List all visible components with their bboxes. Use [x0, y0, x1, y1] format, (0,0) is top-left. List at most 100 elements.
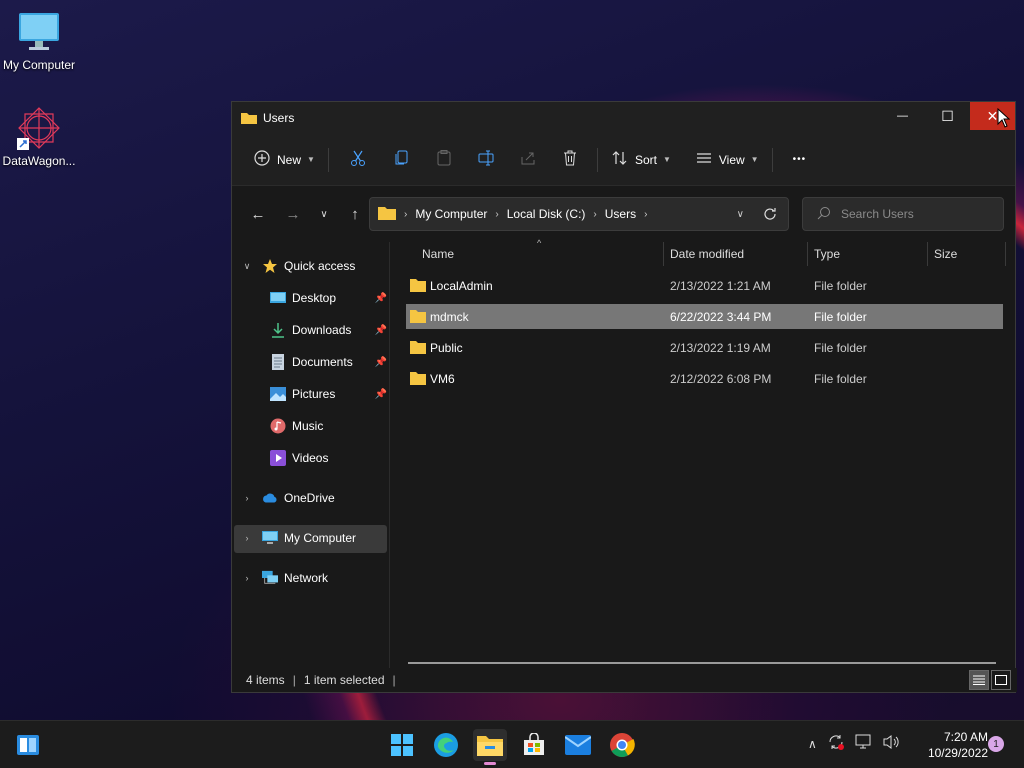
network-tray-icon[interactable]	[855, 734, 873, 753]
sidebar-item-desktop[interactable]: Desktop 📌	[270, 284, 387, 312]
column-divider[interactable]	[807, 242, 808, 266]
divider: |	[292, 673, 296, 687]
sidebar-item-documents[interactable]: Documents 📌	[270, 348, 387, 376]
sidebar-item-my-computer[interactable]: › My Computer	[240, 524, 356, 552]
divider	[596, 147, 598, 172]
sidebar-item-network[interactable]: › Network	[240, 564, 328, 592]
column-divider[interactable]	[927, 242, 928, 266]
file-name: LocalAdmin	[430, 278, 493, 293]
pin-icon[interactable]: 📌	[375, 389, 387, 400]
rename-icon	[477, 149, 495, 170]
new-label: New	[277, 152, 302, 167]
refresh-icon[interactable]	[762, 206, 778, 225]
file-date: 2/12/2022 6:08 PM	[670, 371, 772, 386]
sidebar-item-pictures[interactable]: Pictures 📌	[270, 380, 387, 408]
chevron-right-icon[interactable]: ›	[240, 493, 254, 503]
file-name: VM6	[430, 371, 455, 386]
horizontal-scrollbar[interactable]	[408, 662, 996, 664]
table-row[interactable]: LocalAdmin 2/13/2022 1:21 AM File folder	[406, 273, 1003, 298]
address-history-chevron-icon[interactable]: ∨	[737, 209, 744, 220]
notification-badge[interactable]: 1	[988, 736, 1004, 752]
file-type: File folder	[814, 340, 867, 355]
clock-date: 10/29/2022	[927, 746, 988, 760]
breadcrumb-local-disk[interactable]: Local Disk (C:)	[507, 207, 586, 221]
video-icon	[270, 450, 286, 466]
sidebar-item-label: Videos	[292, 451, 329, 465]
column-header-name[interactable]: Name	[422, 242, 454, 266]
copy-button[interactable]	[381, 144, 423, 176]
back-arrow-icon[interactable]: ←	[244, 200, 272, 228]
pin-icon[interactable]: 📌	[375, 293, 387, 304]
music-icon	[270, 418, 286, 434]
chevron-right-icon[interactable]: ›	[240, 573, 254, 583]
breadcrumb-users[interactable]: Users	[605, 207, 636, 221]
mail-button[interactable]	[561, 729, 595, 761]
file-explorer-button[interactable]	[473, 729, 507, 765]
computer-icon	[262, 530, 278, 546]
column-divider[interactable]	[1005, 242, 1006, 266]
recent-locations-chevron-icon[interactable]: ∨	[310, 200, 338, 228]
table-row[interactable]: mdmck 6/22/2022 3:44 PM File folder	[406, 304, 1003, 329]
rename-button[interactable]	[465, 144, 507, 176]
sidebar-item-label: Network	[284, 571, 329, 585]
sidebar-item-downloads[interactable]: Downloads 📌	[270, 316, 387, 344]
column-header-type[interactable]: Type	[814, 242, 840, 266]
datawagon-shortcut-icon	[17, 106, 61, 150]
sync-icon[interactable]	[827, 733, 845, 754]
delete-button[interactable]	[549, 144, 591, 176]
table-row[interactable]: VM6 2/12/2022 6:08 PM File folder	[406, 366, 1003, 391]
search-box[interactable]	[802, 197, 1004, 231]
details-view-icon[interactable]	[969, 670, 989, 690]
divider	[327, 147, 329, 172]
desktop-icon-datawagon[interactable]: DataWagon...	[0, 106, 78, 168]
chevron-right-icon[interactable]: ›	[495, 209, 498, 220]
pin-icon[interactable]: 📌	[375, 325, 387, 336]
edge-browser-button[interactable]	[429, 729, 463, 761]
share-button[interactable]	[507, 144, 549, 176]
column-header-size[interactable]: Size	[934, 242, 957, 266]
minimize-button[interactable]: —	[880, 102, 925, 130]
column-header-date-modified[interactable]: Date modified	[670, 242, 744, 266]
start-button[interactable]	[385, 729, 419, 761]
chrome-browser-button[interactable]	[605, 729, 639, 761]
sidebar-item-music[interactable]: Music	[270, 412, 387, 440]
widgets-button[interactable]	[11, 729, 45, 761]
clock[interactable]: 7:20 AM 10/29/2022	[908, 729, 988, 761]
search-input[interactable]	[841, 207, 991, 221]
chevron-right-icon[interactable]: ›	[644, 209, 647, 220]
up-arrow-icon[interactable]: ↑	[341, 200, 369, 228]
maximize-button[interactable]: ☐	[925, 102, 970, 130]
sidebar-item-label: Desktop	[292, 291, 337, 305]
chevron-down-icon[interactable]: ∨	[240, 261, 254, 272]
pin-icon[interactable]: 📌	[375, 357, 387, 368]
chevron-right-icon[interactable]: ›	[240, 533, 254, 543]
sort-ascending-icon: ^	[537, 238, 542, 248]
paste-button[interactable]	[423, 144, 465, 176]
sort-label: Sort	[634, 152, 657, 167]
forward-arrow-icon[interactable]: →	[279, 200, 307, 228]
chevron-right-icon[interactable]: ›	[593, 209, 596, 220]
more-options-button[interactable]: •••	[779, 144, 821, 176]
breadcrumb-my-computer[interactable]: My Computer	[415, 207, 487, 221]
title-bar[interactable]: Users — ☐ ✕	[232, 102, 1015, 134]
table-row[interactable]: Public 2/13/2022 1:19 AM File folder	[406, 335, 1003, 360]
column-divider[interactable]	[663, 242, 664, 266]
sort-icon	[611, 149, 629, 170]
sort-button[interactable]: Sort ▼	[604, 144, 678, 176]
divider	[771, 147, 773, 172]
breadcrumb: › My Computer › Local Disk (C:) › Users …	[404, 207, 655, 221]
new-button[interactable]: New ▼	[246, 144, 322, 176]
file-explorer-window: Users — ☐ ✕ New ▼ Sort ▼ View ▼ ••• ← → …	[231, 101, 1017, 693]
desktop-icon-my-computer[interactable]: My Computer	[0, 10, 78, 72]
cut-button[interactable]	[335, 144, 381, 176]
sidebar-item-videos[interactable]: Videos	[270, 444, 387, 472]
sidebar-item-quick-access[interactable]: ∨ Quick access	[240, 252, 355, 280]
file-name: Public	[430, 340, 463, 355]
volume-icon[interactable]	[883, 734, 901, 753]
address-bar[interactable]: › My Computer › Local Disk (C:) › Users …	[369, 197, 789, 231]
sidebar-item-onedrive[interactable]: › OneDrive	[240, 484, 335, 512]
large-icons-view-icon[interactable]	[991, 670, 1011, 690]
store-button[interactable]	[517, 729, 551, 761]
chevron-up-icon[interactable]: ∧	[808, 737, 817, 751]
view-button[interactable]: View ▼	[688, 144, 766, 176]
